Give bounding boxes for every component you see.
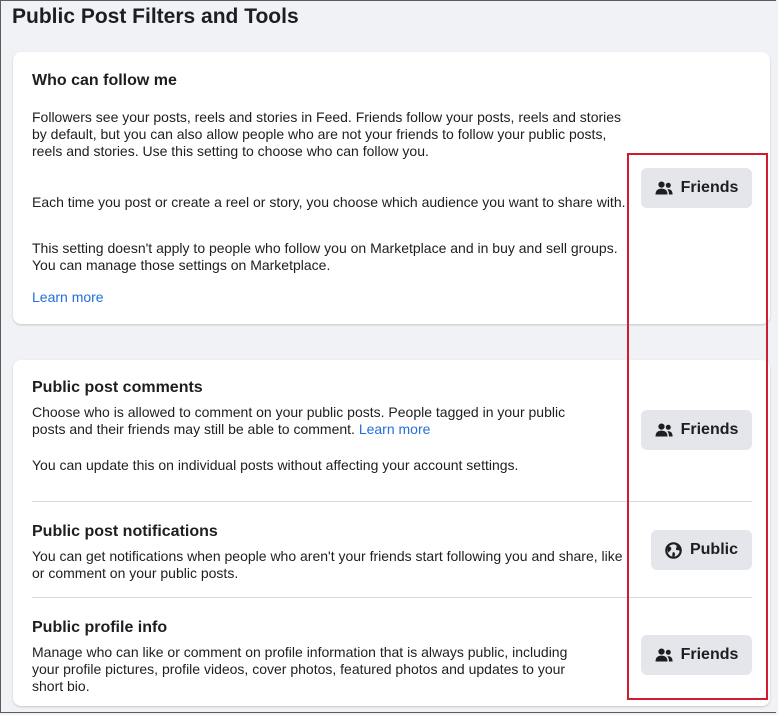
page-title: Public Post Filters and Tools xyxy=(12,5,299,28)
profile-info-description: Manage who can like or comment on profil… xyxy=(32,644,568,694)
divider xyxy=(32,597,752,598)
notifications-description: You can get notifications when people wh… xyxy=(32,548,623,581)
profile-info-audience-label: Friends xyxy=(680,646,739,663)
comments-audience-label: Friends xyxy=(680,421,739,438)
friends-icon xyxy=(655,648,673,662)
comments-description-text: Choose who is allowed to comment on your… xyxy=(32,404,566,437)
profile-info-section-title: Public profile info xyxy=(32,619,168,636)
comments-note: You can update this on individual posts … xyxy=(32,457,519,473)
notifications-audience-button[interactable]: Public xyxy=(651,530,752,570)
follow-audience-button[interactable]: Friends xyxy=(641,168,752,208)
follow-audience-note: Each time you post or create a reel or s… xyxy=(32,194,626,210)
notifications-section-title: Public post notifications xyxy=(32,523,218,540)
follow-marketplace-note: This setting doesn't apply to people who… xyxy=(32,240,618,273)
comments-audience-button[interactable]: Friends xyxy=(641,410,752,450)
comments-learn-more-link[interactable]: Learn more xyxy=(359,421,431,437)
follow-learn-more-link[interactable]: Learn more xyxy=(32,289,104,306)
profile-info-audience-button[interactable]: Friends xyxy=(641,635,752,675)
notifications-audience-label: Public xyxy=(689,541,738,558)
globe-icon xyxy=(665,541,682,559)
follow-audience-label: Friends xyxy=(680,179,739,196)
comments-description: Choose who is allowed to comment on your… xyxy=(32,404,602,438)
follow-section-title: Who can follow me xyxy=(32,72,177,89)
comments-section-title: Public post comments xyxy=(32,379,203,396)
friends-icon xyxy=(655,181,673,195)
friends-icon xyxy=(655,423,673,437)
public-post-settings-card: Public post comments Choose who is allow… xyxy=(13,360,770,706)
divider xyxy=(32,501,752,502)
follow-settings-card: Who can follow me Followers see your pos… xyxy=(13,52,770,324)
follow-description: Followers see your posts, reels and stor… xyxy=(32,109,622,159)
